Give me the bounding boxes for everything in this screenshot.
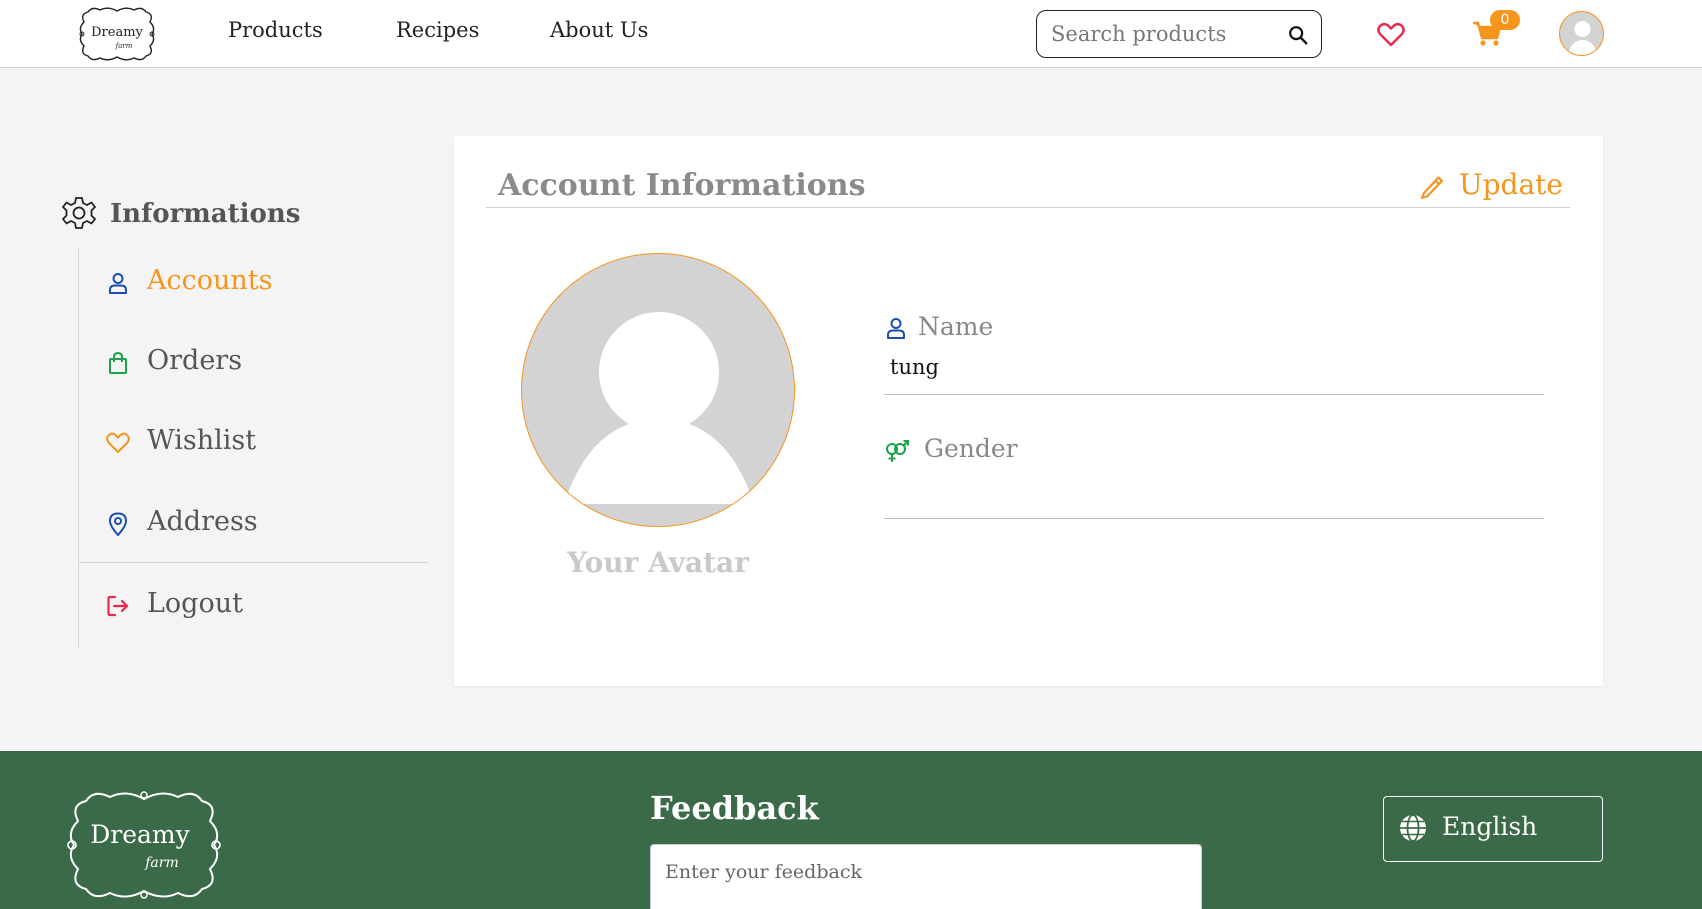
logo-text: Dreamy (90, 820, 190, 849)
shopping-bag-icon (109, 351, 127, 374)
user-avatar[interactable] (1559, 11, 1604, 56)
name-value: tung (890, 355, 939, 379)
cart-count-badge: 0 (1490, 10, 1520, 30)
sidebar-item-label: Orders (147, 345, 243, 376)
gender-icon (886, 440, 909, 462)
sidebar-title: Informations (110, 199, 301, 229)
nav-about-us[interactable]: About Us (550, 18, 648, 42)
search-input[interactable] (1051, 19, 1271, 49)
globe-icon (1400, 814, 1426, 842)
footer: Dreamy farm Feedback English (0, 751, 1702, 909)
avatar-placeholder-icon (1568, 21, 1597, 55)
feedback-title: Feedback (650, 789, 819, 827)
map-pin-icon (109, 512, 127, 536)
logout-icon (107, 595, 129, 617)
language-label: English (1442, 812, 1538, 841)
sidebar-item-label: Accounts (147, 265, 273, 296)
avatar-placeholder-icon (564, 312, 754, 504)
language-selector[interactable]: English (1383, 796, 1603, 862)
name-label: Name (918, 312, 994, 341)
name-field: Name tung (884, 312, 1544, 402)
top-navbar: Dreamy farm Products Recipes About Us 0 (0, 0, 1702, 68)
gender-underline (884, 518, 1544, 519)
avatar-caption: Your Avatar (567, 546, 749, 579)
sidebar-item-orders[interactable]: Orders (100, 343, 420, 383)
account-info-card: Account Informations Update Your Avatar … (454, 136, 1603, 686)
sidebar-item-accounts[interactable]: Accounts (100, 263, 420, 303)
gender-label: Gender (924, 434, 1018, 463)
nav-products[interactable]: Products (228, 18, 323, 42)
user-icon (109, 273, 127, 294)
gender-field: Gender (884, 434, 1544, 524)
sidebar-item-label: Logout (147, 588, 243, 619)
logo-subtext: farm (115, 42, 133, 50)
update-label: Update (1459, 168, 1563, 201)
wishlist-heart-icon[interactable] (1377, 22, 1405, 47)
search-icon[interactable] (1287, 24, 1309, 46)
heart-icon (106, 432, 130, 453)
dreamy-farm-logo[interactable]: Dreamy farm (74, 4, 160, 64)
card-title-divider (486, 207, 1570, 208)
sidebar-item-logout[interactable]: Logout (100, 586, 420, 626)
dreamy-farm-logo-footer[interactable]: Dreamy farm (58, 785, 230, 905)
sidebar-item-wishlist[interactable]: Wishlist (100, 423, 420, 463)
card-title: Account Informations (498, 168, 866, 203)
feedback-input[interactable] (650, 844, 1202, 909)
sidebar-item-label: Wishlist (147, 425, 257, 456)
pencil-icon (1420, 176, 1444, 200)
name-underline (884, 394, 1544, 395)
update-button[interactable]: Update (1419, 166, 1569, 206)
sidebar-item-label: Address (147, 506, 258, 537)
logo-subtext: farm (144, 855, 179, 871)
logo-text: Dreamy (91, 25, 143, 40)
user-icon (887, 318, 905, 339)
gear-icon (62, 197, 96, 229)
profile-avatar[interactable] (521, 253, 795, 527)
search-box (1036, 10, 1322, 58)
sidebar-divider (78, 248, 79, 648)
sidebar-separator (78, 562, 428, 563)
nav-recipes[interactable]: Recipes (396, 18, 479, 42)
sidebar-item-address[interactable]: Address (100, 504, 420, 544)
